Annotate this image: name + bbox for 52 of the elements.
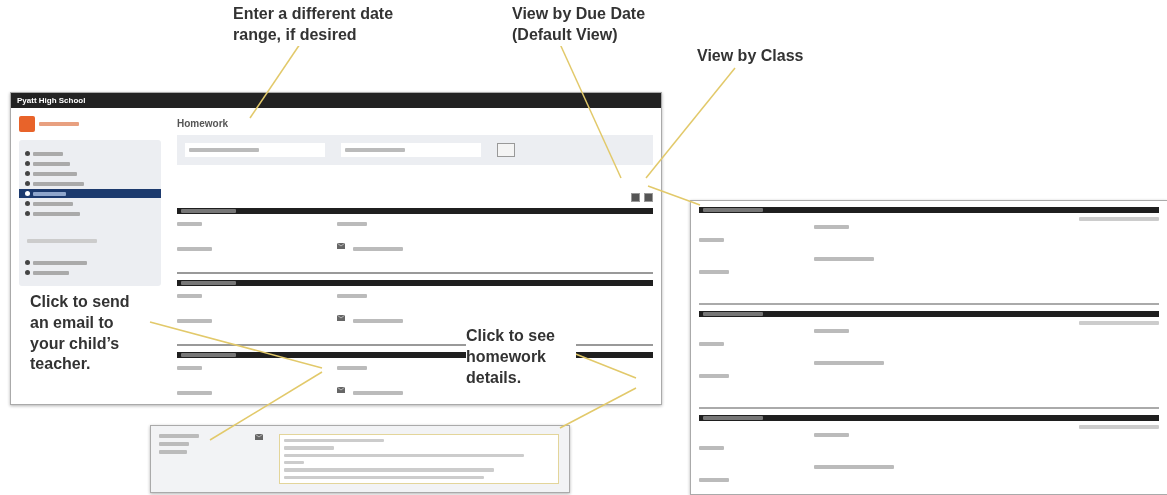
envelope-icon[interactable]	[255, 434, 263, 440]
blurred-text-drawing	[703, 312, 763, 316]
blurred-text-drawing	[814, 361, 884, 365]
envelope-icon[interactable]	[337, 243, 345, 249]
blurred-text-drawing	[353, 391, 403, 395]
date-submit-button[interactable]	[497, 143, 515, 157]
blurred-text-drawing	[177, 222, 202, 226]
blurred-text-drawing	[177, 366, 202, 370]
blurred-text-drawing	[703, 416, 763, 420]
page-heading: Homework	[177, 117, 230, 131]
blurred-text-drawing	[177, 319, 212, 323]
due-date-view-button[interactable]	[631, 193, 640, 202]
blurred-text-drawing	[159, 442, 189, 446]
blurred-text-drawing	[337, 222, 367, 226]
blurred-text-drawing	[337, 294, 367, 298]
blurred-text-drawing	[284, 461, 304, 465]
end-date-field[interactable]	[341, 143, 481, 157]
blurred-text-drawing	[177, 391, 212, 395]
app-title: Pyatt High School	[11, 93, 661, 108]
blurred-text-drawing	[699, 342, 724, 346]
blurred-text-drawing	[159, 434, 199, 438]
envelope-icon[interactable]	[337, 387, 345, 393]
blurred-text-drawing	[814, 257, 874, 261]
blurred-text-drawing	[814, 225, 849, 229]
blurred-text-drawing	[814, 433, 849, 437]
blurred-text-drawing	[353, 247, 403, 251]
blurred-text-drawing	[159, 450, 187, 454]
blurred-text-drawing	[189, 148, 259, 152]
blurred-text-drawing	[181, 281, 236, 285]
logo-icon	[19, 116, 35, 132]
blurred-text-drawing	[27, 239, 97, 243]
blurred-text-drawing	[699, 238, 724, 242]
sidebar-item[interactable]	[19, 189, 161, 198]
blurred-text-drawing	[699, 478, 729, 482]
blurred-text-drawing	[181, 353, 236, 357]
blurred-text-drawing	[814, 329, 849, 333]
blurred-text-drawing	[284, 446, 334, 450]
blurred-text-drawing	[337, 366, 367, 370]
blurred-text-drawing	[699, 270, 729, 274]
blurred-text-drawing	[345, 148, 405, 152]
class-view-button[interactable]	[644, 193, 653, 202]
envelope-icon[interactable]	[337, 315, 345, 321]
blurred-text-drawing	[39, 122, 79, 126]
blurred-text-drawing	[177, 294, 202, 298]
blurred-text-drawing	[703, 208, 763, 212]
blurred-text-drawing	[699, 446, 724, 450]
start-date-field[interactable]	[185, 143, 325, 157]
blurred-text-drawing	[181, 209, 236, 213]
leader-line	[647, 185, 701, 206]
blurred-text-drawing	[353, 319, 403, 323]
blurred-text-drawing	[699, 374, 729, 378]
blurred-text-drawing	[177, 247, 212, 251]
